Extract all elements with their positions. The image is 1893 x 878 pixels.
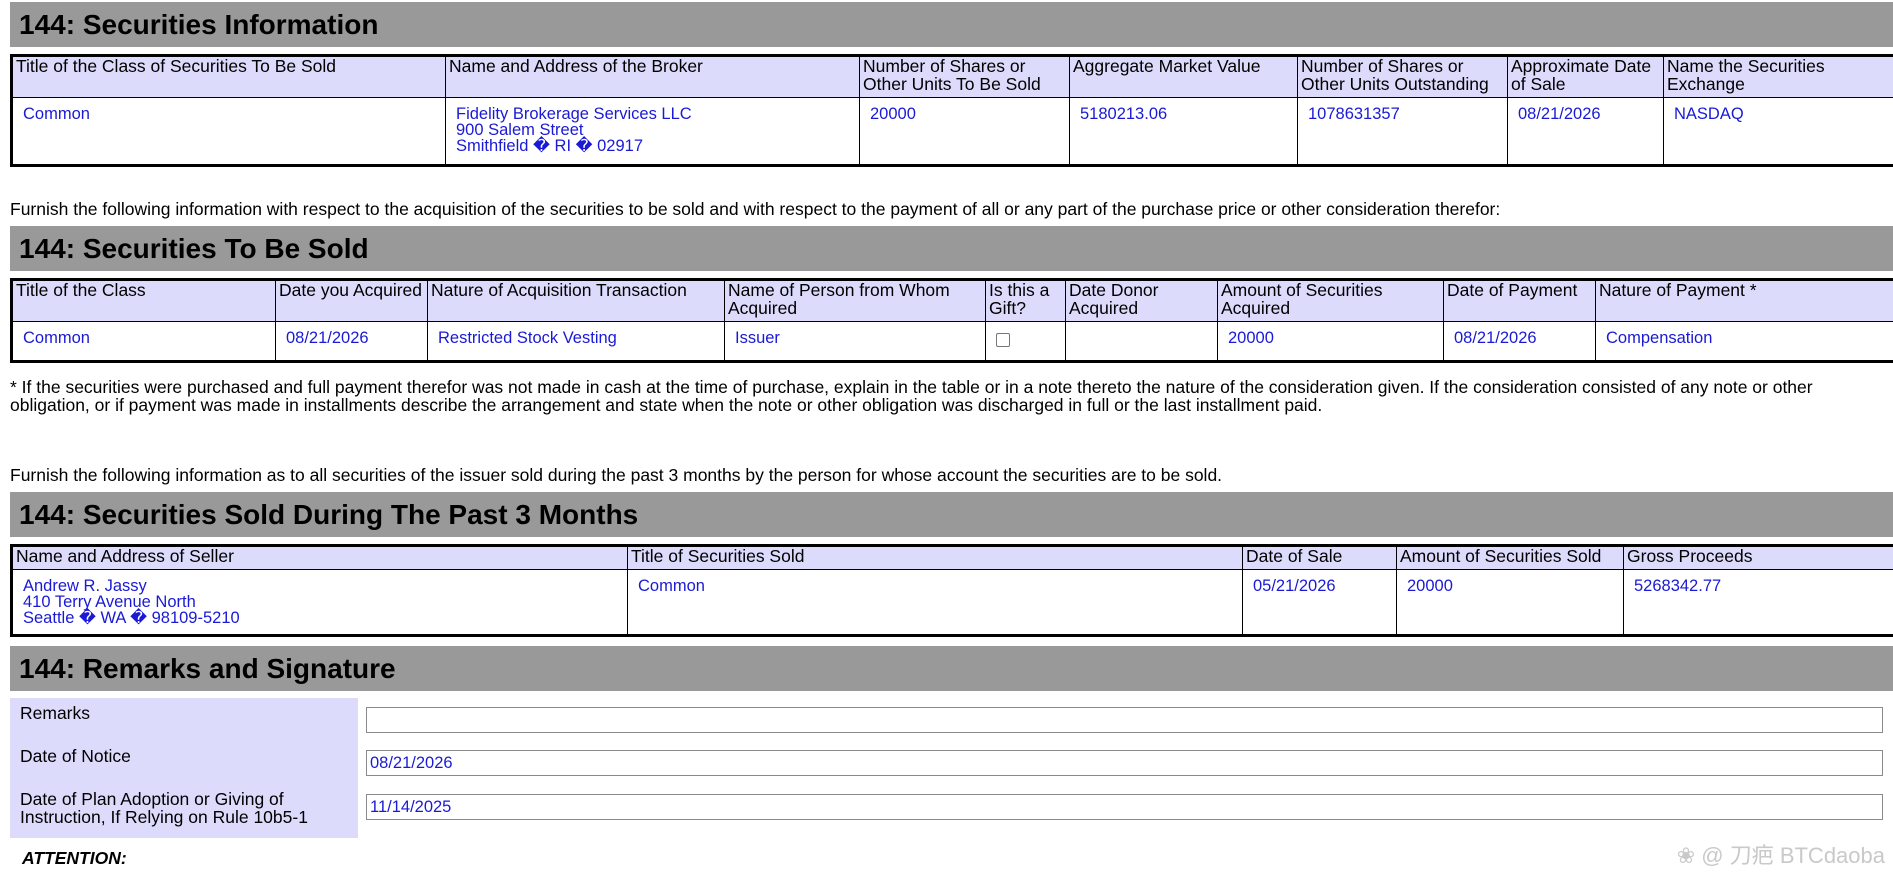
attention-label: ATTENTION: bbox=[22, 848, 127, 868]
remarks-field[interactable] bbox=[366, 707, 1883, 733]
gift-checkbox[interactable] bbox=[996, 333, 1010, 347]
cell-date-of-sale: 05/21/2026 bbox=[1242, 569, 1397, 636]
cell-title: Common bbox=[627, 569, 1243, 636]
table-header-row: Title of the Class of Securities To Be S… bbox=[11, 55, 1893, 98]
col-header: Date Donor Acquired bbox=[1065, 279, 1218, 322]
cell-title: Common bbox=[11, 321, 276, 362]
table-header-row: Name and Address of Seller Title of Secu… bbox=[11, 545, 1893, 570]
cell-shares: 20000 bbox=[859, 97, 1070, 166]
cell-amount: 20000 bbox=[1396, 569, 1624, 636]
seller-name: Andrew R. Jassy bbox=[23, 577, 147, 595]
col-header: Nature of Acquisition Transaction bbox=[427, 279, 725, 322]
section-header-securities-sold-past-3-months: 144: Securities Sold During The Past 3 M… bbox=[10, 492, 1893, 537]
cell-payment-nature: Compensation bbox=[1595, 321, 1893, 362]
col-header: Title of the Class bbox=[11, 279, 276, 322]
section-header-remarks-and-signature: 144: Remarks and Signature bbox=[10, 646, 1893, 691]
remarks-label: Remarks bbox=[10, 698, 358, 741]
securities-information-table: Title of the Class of Securities To Be S… bbox=[10, 54, 1893, 167]
broker-name: Fidelity Brokerage Services LLC bbox=[456, 105, 692, 123]
table-row: Common Fidelity Brokerage Services LLC 9… bbox=[11, 97, 1893, 166]
cell-nature-of-acquisition: Restricted Stock Vesting bbox=[427, 321, 725, 362]
cell-market-value: 5180213.06 bbox=[1069, 97, 1298, 166]
section-header-securities-information: 144: Securities Information bbox=[10, 2, 1893, 47]
cell-payment-date: 08/21/2026 bbox=[1443, 321, 1596, 362]
col-header: Name the Securities Exchange bbox=[1663, 55, 1893, 98]
cell-broker: Fidelity Brokerage Services LLC 900 Sale… bbox=[445, 97, 860, 166]
footnote-text: * If the securities were purchased and f… bbox=[10, 377, 1813, 415]
securities-to-be-sold-table: Title of the Class Date you Acquired Nat… bbox=[10, 278, 1893, 363]
date-of-notice-label: Date of Notice bbox=[10, 741, 358, 784]
cell-date-acquired: 08/21/2026 bbox=[275, 321, 428, 362]
col-header: Title of the Class of Securities To Be S… bbox=[11, 55, 446, 98]
cell-proceeds: 5268342.77 bbox=[1623, 569, 1893, 636]
col-header: Aggregate Market Value bbox=[1069, 55, 1298, 98]
col-header: Date you Acquired bbox=[275, 279, 428, 322]
col-header: Approximate Date of Sale bbox=[1507, 55, 1664, 98]
cell-exchange: NASDAQ bbox=[1663, 97, 1893, 166]
cell-donor-date bbox=[1065, 321, 1218, 362]
seller-city: Seattle � WA � 98109-5210 bbox=[23, 609, 240, 627]
plan-adoption-date-field[interactable]: 11/14/2025 bbox=[366, 794, 1883, 820]
securities-sold-past-table: Name and Address of Seller Title of Secu… bbox=[10, 544, 1893, 637]
table-row: Common 08/21/2026 Restricted Stock Vesti… bbox=[11, 321, 1893, 362]
col-header: Nature of Payment * bbox=[1595, 279, 1893, 322]
col-header: Name and Address of the Broker bbox=[445, 55, 860, 98]
section-header-securities-to-be-sold: 144: Securities To Be Sold bbox=[10, 226, 1893, 271]
cell-date-of-sale: 08/21/2026 bbox=[1507, 97, 1664, 166]
furnish-past-sales-text: Furnish the following information as to … bbox=[10, 465, 1223, 485]
cell-amount: 20000 bbox=[1217, 321, 1444, 362]
col-header: Number of Shares or Other Units Outstand… bbox=[1297, 55, 1508, 98]
table-row: Andrew R. Jassy 410 Terry Avenue North S… bbox=[11, 569, 1893, 636]
col-header: Date of Sale bbox=[1242, 545, 1397, 570]
cell-outstanding: 1078631357 bbox=[1297, 97, 1508, 166]
cell-title: Common bbox=[11, 97, 446, 166]
cell-seller: Andrew R. Jassy 410 Terry Avenue North S… bbox=[11, 569, 628, 636]
seller-street: 410 Terry Avenue North bbox=[23, 593, 196, 611]
furnish-acquisition-text: Furnish the following information with r… bbox=[10, 199, 1501, 219]
cell-gift bbox=[985, 321, 1066, 362]
col-header: Name of Person from Whom Acquired bbox=[724, 279, 986, 322]
table-header-row: Title of the Class Date you Acquired Nat… bbox=[11, 279, 1893, 322]
cell-person: Issuer bbox=[724, 321, 986, 362]
date-of-notice-field[interactable]: 08/21/2026 bbox=[366, 750, 1883, 776]
plan-adoption-label: Date of Plan Adoption or Giving of Instr… bbox=[10, 784, 358, 838]
col-header: Gross Proceeds bbox=[1623, 545, 1893, 570]
col-header: Number of Shares or Other Units To Be So… bbox=[859, 55, 1070, 98]
col-header: Title of Securities Sold bbox=[627, 545, 1243, 570]
col-header: Amount of Securities Sold bbox=[1396, 545, 1624, 570]
broker-city: Smithfield � RI � 02917 bbox=[456, 137, 644, 155]
watermark: ❀ @ 刀疤 BTCdaoba bbox=[1676, 843, 1885, 868]
broker-street: 900 Salem Street bbox=[456, 121, 584, 139]
col-header: Name and Address of Seller bbox=[11, 545, 628, 570]
col-header: Is this a Gift? bbox=[985, 279, 1066, 322]
col-header: Amount of Securities Acquired bbox=[1217, 279, 1444, 322]
col-header: Date of Payment bbox=[1443, 279, 1596, 322]
